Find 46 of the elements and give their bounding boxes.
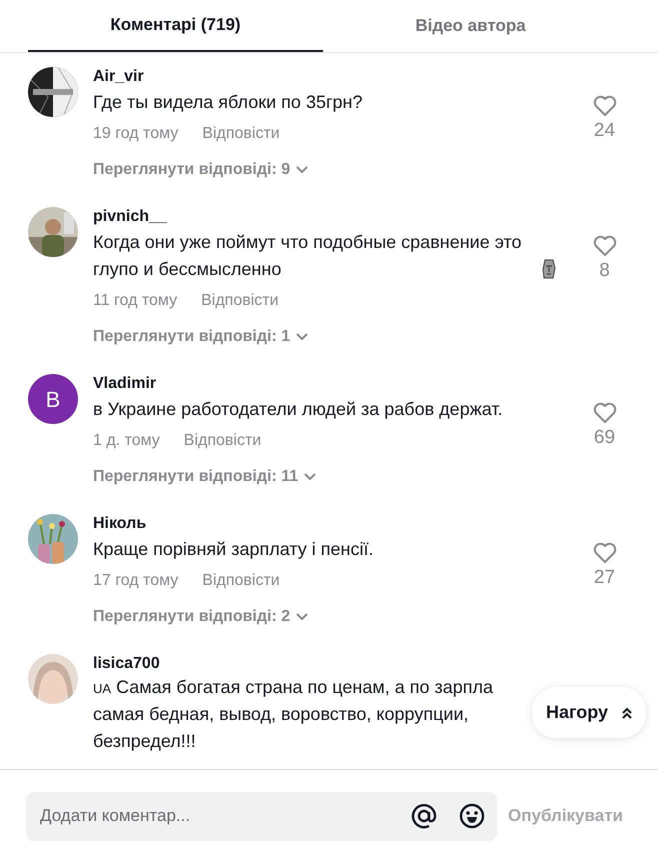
chevron-down-icon bbox=[296, 333, 308, 341]
like-count: 69 bbox=[594, 426, 616, 450]
timestamp: 17 год тому bbox=[93, 571, 178, 591]
reply-link[interactable]: Відповісти bbox=[184, 429, 262, 453]
comment-input-field[interactable]: Додати коментар... bbox=[26, 792, 497, 840]
tab[interactable]: Коментарі (719) bbox=[28, 0, 323, 52]
username[interactable]: lisica700 bbox=[93, 654, 658, 674]
view-replies-link[interactable]: Переглянути відповіді: 1 bbox=[93, 327, 308, 347]
tab[interactable]: Відео автора bbox=[323, 0, 618, 52]
timestamp: 1 д. тому bbox=[93, 431, 160, 451]
back-to-top-button[interactable]: Нагору bbox=[532, 687, 646, 738]
like-count: 24 bbox=[594, 119, 616, 143]
view-replies-link[interactable]: Переглянути відповіді: 11 bbox=[93, 467, 316, 487]
comment-text: Самая богатая страна по ценам, а по зарпла bbox=[116, 676, 494, 699]
emoji-icon[interactable] bbox=[459, 803, 485, 829]
timestamp: 19 год тому bbox=[93, 124, 178, 144]
comment-text: Когда они уже поймут что подобные сравнение это глупо и бессмысленно bbox=[93, 231, 523, 281]
avatar: B bbox=[28, 374, 78, 424]
username[interactable]: pivnich__ bbox=[93, 207, 563, 227]
username[interactable]: Vladimir bbox=[93, 374, 563, 394]
comment-text-input[interactable]: Додати коментар... bbox=[38, 802, 389, 830]
heart-icon[interactable] bbox=[592, 402, 616, 424]
view-replies-link[interactable]: Переглянути відповіді: 2 bbox=[93, 607, 308, 627]
flag-label: UA bbox=[93, 680, 112, 698]
reply-link[interactable]: Відповісти bbox=[202, 569, 280, 593]
like-count: 8 bbox=[599, 259, 610, 283]
heart-icon[interactable] bbox=[592, 95, 616, 117]
comment-text: Где ты видела яблоки по 35грн? bbox=[93, 91, 362, 114]
mention-icon[interactable] bbox=[411, 803, 437, 829]
chevron-down-icon bbox=[304, 473, 316, 481]
comment-text: безпредел!!! bbox=[93, 730, 196, 753]
heart-icon[interactable] bbox=[592, 235, 616, 257]
chevron-down-icon bbox=[296, 613, 308, 621]
username[interactable]: Ніколь bbox=[93, 514, 563, 534]
chevron-down-icon bbox=[296, 166, 308, 174]
double-chevron-up-icon bbox=[622, 706, 632, 718]
username[interactable]: Air_vir bbox=[93, 67, 563, 87]
view-replies-link[interactable]: Переглянути відповіді: 9 bbox=[93, 160, 308, 180]
comment-text: в Украине работодатели людей за рабов держат. bbox=[93, 398, 503, 421]
heart-icon[interactable] bbox=[592, 542, 616, 564]
timestamp: 11 год тому bbox=[93, 291, 178, 311]
like-count: 27 bbox=[594, 566, 616, 590]
reply-link[interactable]: Відповісти bbox=[202, 122, 280, 146]
comment-text: Краще порівняй зарплату і пенсії. bbox=[93, 538, 374, 561]
comment-text: самая бедная, вывод, воровство, коррупции, bbox=[93, 703, 468, 726]
reply-link[interactable]: Відповісти bbox=[201, 289, 279, 313]
